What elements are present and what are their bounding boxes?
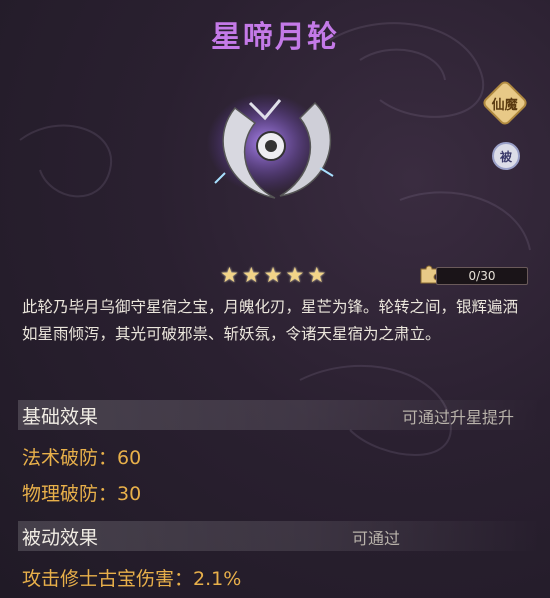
base-effects-hint: 可通过升星提升 [402,408,515,427]
realm-type-label: 仙魔 [491,97,519,113]
passive-effects-hint: 可通过 [352,529,401,548]
passive-badge[interactable]: 被 [492,142,520,170]
star-icon: ★ [285,263,305,287]
star-icon: ★ [220,263,239,287]
shard-progress: 0/30 [436,267,528,285]
star-rating: ★ ★ ★ ★ ★ [220,264,326,286]
stat-magic-penetration: 法术破防：60 [22,447,142,469]
crescent-blade-wheel-icon [207,93,334,199]
item-name: 星啼月轮 [211,20,339,55]
item-description: 此轮乃毕月乌御守星宿之宝，月魄化刃，星芒为锋。轮转之间，银辉遍洒如星雨倾泻，其光… [22,298,519,343]
base-effects-title: 基础效果 [22,406,99,428]
stat-cultivator-treasure-damage: 攻击修士古宝伤害：2.1% [22,568,242,590]
star-icon: ★ [263,263,283,287]
stat-physical-penetration: 物理破防：30 [22,483,142,505]
star-icon: ★ [307,263,327,287]
star-icon: ★ [241,263,261,287]
passive-effects-title: 被动效果 [22,527,99,549]
